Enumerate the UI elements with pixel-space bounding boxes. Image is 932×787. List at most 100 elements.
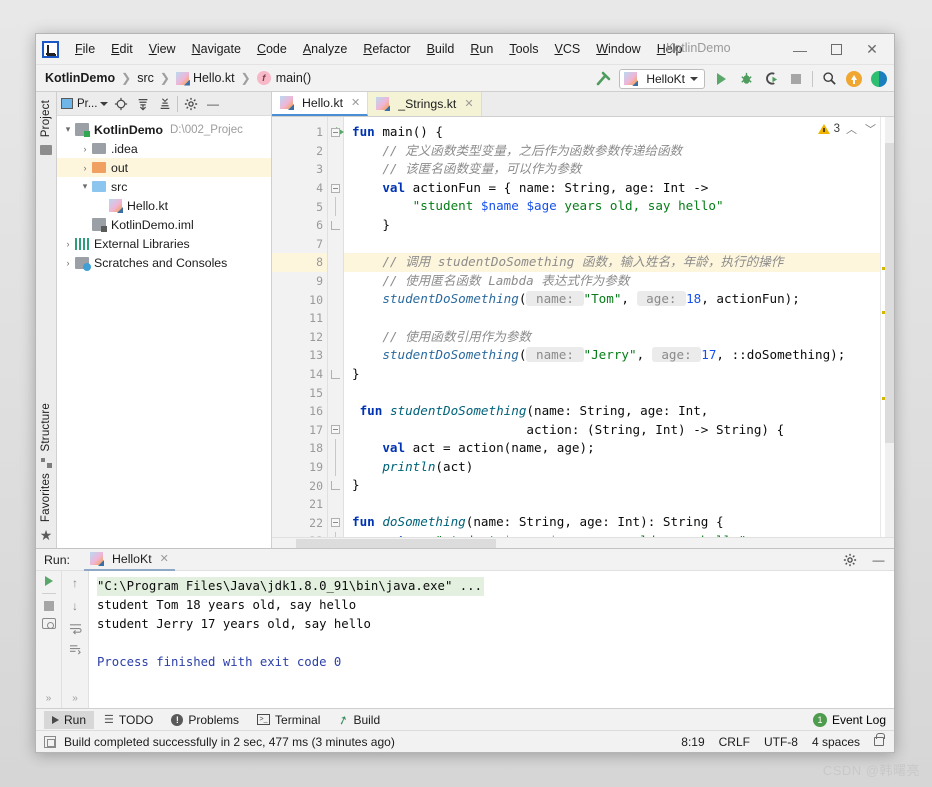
gear-icon[interactable] (181, 94, 200, 113)
prev-warning-icon[interactable]: ︿ (844, 121, 859, 137)
menu-item-navigate[interactable]: Navigate (184, 39, 249, 59)
gutter-line[interactable]: 20 (272, 476, 327, 495)
stop-icon[interactable] (43, 601, 54, 611)
search-icon[interactable] (820, 70, 838, 88)
menu-item-analyze[interactable]: Analyze (295, 39, 355, 59)
fold-marker[interactable] (328, 383, 343, 402)
bottom-tab-problems[interactable]: ! Problems (163, 711, 247, 729)
tree-expand-arrow[interactable]: ▾ (78, 181, 92, 192)
tree-node[interactable]: › Scratches and Consoles (57, 253, 271, 272)
hide-panel-icon[interactable]: — (869, 551, 888, 570)
collapse-all-icon[interactable] (155, 94, 174, 113)
gutter-line[interactable]: 1 (272, 123, 344, 142)
code-line[interactable] (344, 383, 880, 402)
editor-tab-stringskt[interactable]: _Strings.kt ✕ (368, 91, 482, 116)
event-log-widget[interactable]: 1 Event Log (812, 712, 886, 727)
tree-node[interactable]: ▾ KotlinDemo D:\002_Projec (57, 120, 271, 139)
editor-gutter[interactable]: 123456789101112131415161718192021222324 (272, 117, 362, 567)
hscrollbar-thumb[interactable] (296, 539, 496, 548)
menu-item-tools[interactable]: Tools (501, 39, 546, 59)
code-line[interactable]: // 调用 studentDoSomething 函数，输入姓名，年龄，执行的操… (344, 253, 880, 272)
breadcrumb-src[interactable]: src (137, 71, 154, 85)
gutter-line[interactable]: 6 (272, 216, 327, 235)
indent-setting[interactable]: 4 spaces (812, 735, 860, 749)
code-line[interactable]: fun main() { (344, 123, 880, 142)
editor-tab-hellokt[interactable]: Hello.kt ✕ (272, 91, 369, 116)
fold-marker[interactable] (328, 179, 343, 198)
inspection-widget[interactable]: 3 ︿ ﹀ (817, 121, 878, 137)
menu-item-view[interactable]: View (141, 39, 184, 59)
close-button[interactable]: ✕ (854, 37, 890, 63)
code-line[interactable]: studentDoSomething( name: "Tom", age: 18… (344, 290, 880, 309)
caret-position[interactable]: 8:19 (681, 735, 704, 749)
fold-marker[interactable] (328, 235, 343, 254)
code-line[interactable]: action: (String, Int) -> String) { (344, 421, 880, 440)
next-warning-icon[interactable]: ﹀ (863, 121, 878, 137)
run-button[interactable] (712, 70, 730, 88)
update-project-icon[interactable] (845, 70, 863, 88)
console-output[interactable]: "C:\Program Files\Java\jdk1.8.0_91\bin\j… (89, 571, 894, 708)
gutter-line[interactable]: 2 (272, 142, 327, 161)
rail-item-favorites[interactable]: Favorites (40, 473, 52, 522)
bottom-tab-run[interactable]: Run (44, 710, 95, 729)
fold-marker[interactable] (328, 495, 343, 514)
tree-expand-arrow[interactable]: › (61, 239, 75, 249)
tree-expand-arrow[interactable]: › (78, 144, 92, 154)
gutter-line[interactable]: 22 (272, 513, 327, 532)
rail-item-project[interactable]: Project (40, 100, 52, 137)
error-stripe-marker-bar[interactable]: 3 ︿ ﹀ (817, 117, 894, 537)
rail-item-structure[interactable]: Structure (40, 403, 52, 451)
fold-marker[interactable] (328, 328, 343, 347)
gutter-line[interactable]: 8 (272, 253, 362, 272)
rerun-icon[interactable] (44, 576, 53, 586)
code-line[interactable]: fun studentDoSomething(name: String, age… (344, 402, 880, 421)
bottom-tab-terminal[interactable]: >_ Terminal (249, 711, 328, 729)
code-line[interactable]: } (344, 365, 880, 384)
menu-item-build[interactable]: Build (419, 39, 463, 59)
code-line[interactable]: } (344, 476, 880, 495)
expand-all-icon[interactable] (133, 94, 152, 113)
bottom-tab-build[interactable]: ➚ Build (330, 711, 388, 729)
status-memory-icon[interactable] (44, 735, 56, 748)
gutter-line[interactable]: 5 (272, 197, 327, 216)
fold-marker[interactable] (328, 253, 343, 272)
fold-marker[interactable] (328, 346, 343, 365)
snapshot-icon[interactable] (41, 618, 56, 629)
project-tree[interactable]: ▾KotlinDemoD:\002_Projec›.idea›out▾src›H… (57, 116, 271, 548)
gutter-line[interactable]: 17 (272, 421, 327, 440)
run-with-coverage-button[interactable] (762, 70, 780, 88)
tree-node[interactable]: › Hello.kt (57, 196, 271, 215)
maximize-button[interactable] (818, 37, 854, 63)
fold-marker[interactable] (328, 513, 343, 532)
fold-marker[interactable] (328, 457, 343, 477)
gutter-line[interactable]: 15 (272, 383, 327, 402)
fold-marker[interactable] (328, 476, 343, 495)
gutter-line[interactable]: 7 (272, 235, 327, 254)
tree-node[interactable]: › .idea (57, 139, 271, 158)
code-line[interactable] (344, 309, 880, 328)
code-line[interactable]: // 定义函数类型变量，之后作为函数参数传递给函数 (344, 142, 880, 161)
ide-helper-icon[interactable] (870, 70, 888, 88)
tree-node[interactable]: › External Libraries (57, 234, 271, 253)
fold-marker[interactable] (328, 421, 343, 440)
close-icon[interactable]: ✕ (160, 552, 169, 565)
gear-icon[interactable] (840, 551, 859, 570)
gutter-line[interactable]: 16 (272, 402, 327, 421)
menu-item-window[interactable]: Window (588, 39, 648, 59)
tree-expand-arrow[interactable]: › (78, 163, 92, 173)
code-line[interactable]: studentDoSomething( name: "Jerry", age: … (344, 346, 880, 365)
fold-marker[interactable] (328, 160, 343, 179)
window-mode-icon[interactable] (61, 98, 73, 109)
soft-wrap-icon[interactable] (69, 622, 82, 635)
tree-node[interactable]: › KotlinDemo.iml (57, 215, 271, 234)
gutter-line[interactable]: 21 (272, 495, 327, 514)
gutter-line[interactable]: 10 (272, 290, 327, 309)
tree-expand-arrow[interactable]: ▾ (61, 124, 75, 135)
more-actions-icon[interactable]: » (72, 693, 78, 704)
debug-button[interactable] (737, 70, 755, 88)
gutter-line[interactable]: 13 (272, 346, 327, 365)
run-configuration-selector[interactable]: HelloKt (619, 68, 705, 89)
code-line[interactable] (344, 235, 880, 254)
tree-node[interactable]: ▾ src (57, 177, 271, 196)
editor-vertical-scrollbar[interactable] (885, 117, 894, 537)
